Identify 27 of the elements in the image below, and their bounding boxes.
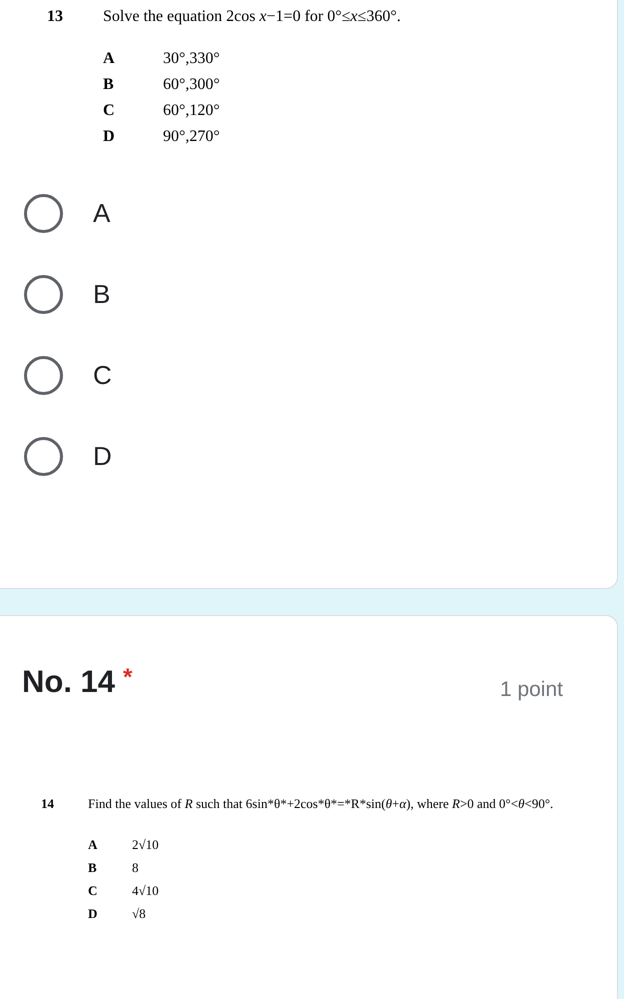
choice-value: 8 <box>132 860 138 876</box>
question-number: 13 <box>47 8 64 26</box>
points-label: 1 point <box>500 678 563 702</box>
question-number: 14 <box>41 796 55 812</box>
choice-value: 2√10 <box>132 837 159 853</box>
radio-option[interactable]: C <box>24 356 617 395</box>
choice-value: 4√10 <box>132 883 159 899</box>
choice-letter: A <box>88 837 98 853</box>
choice-value: 60°,300° <box>163 76 220 94</box>
choice-value: √8 <box>132 906 146 922</box>
question-title: No. 14 <box>22 664 116 700</box>
required-mark: * <box>123 664 132 693</box>
radio-option[interactable]: A <box>24 194 617 233</box>
question-text: Solve the equation 2cos x−1=0 for 0°≤x≤360°. <box>103 8 401 26</box>
radio-option[interactable]: D <box>24 437 617 476</box>
choice-letter: B <box>103 76 115 94</box>
choice-letter: D <box>103 128 116 146</box>
radio-option[interactable]: B <box>24 275 617 314</box>
choice-value: 30°,330° <box>163 50 220 68</box>
choice-letter: C <box>103 102 116 120</box>
choice-value: 60°,120° <box>163 102 220 120</box>
choice-letter: A <box>103 50 116 68</box>
choice-letter: B <box>88 860 98 876</box>
choice-letter: C <box>88 883 98 899</box>
choice-letter: D <box>88 906 98 922</box>
choice-value: 90°,270° <box>163 128 220 146</box>
question-text: Find the values of R such that 6sin*θ*+2cos*θ*=*R*sin(θ+α), where R>0 and 0°<θ<90°. <box>88 795 554 813</box>
